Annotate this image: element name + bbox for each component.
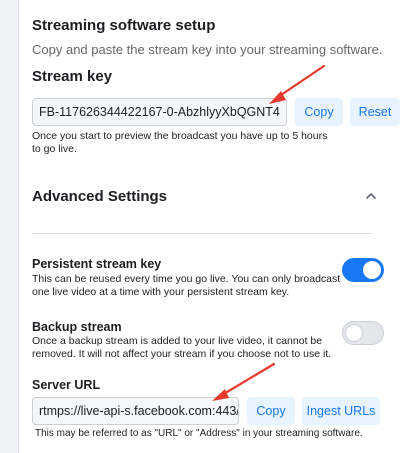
- annotation-arrow-server-url: [212, 362, 276, 401]
- annotation-arrow-stream-key: [269, 64, 326, 104]
- annotation-arrows: [212, 64, 326, 401]
